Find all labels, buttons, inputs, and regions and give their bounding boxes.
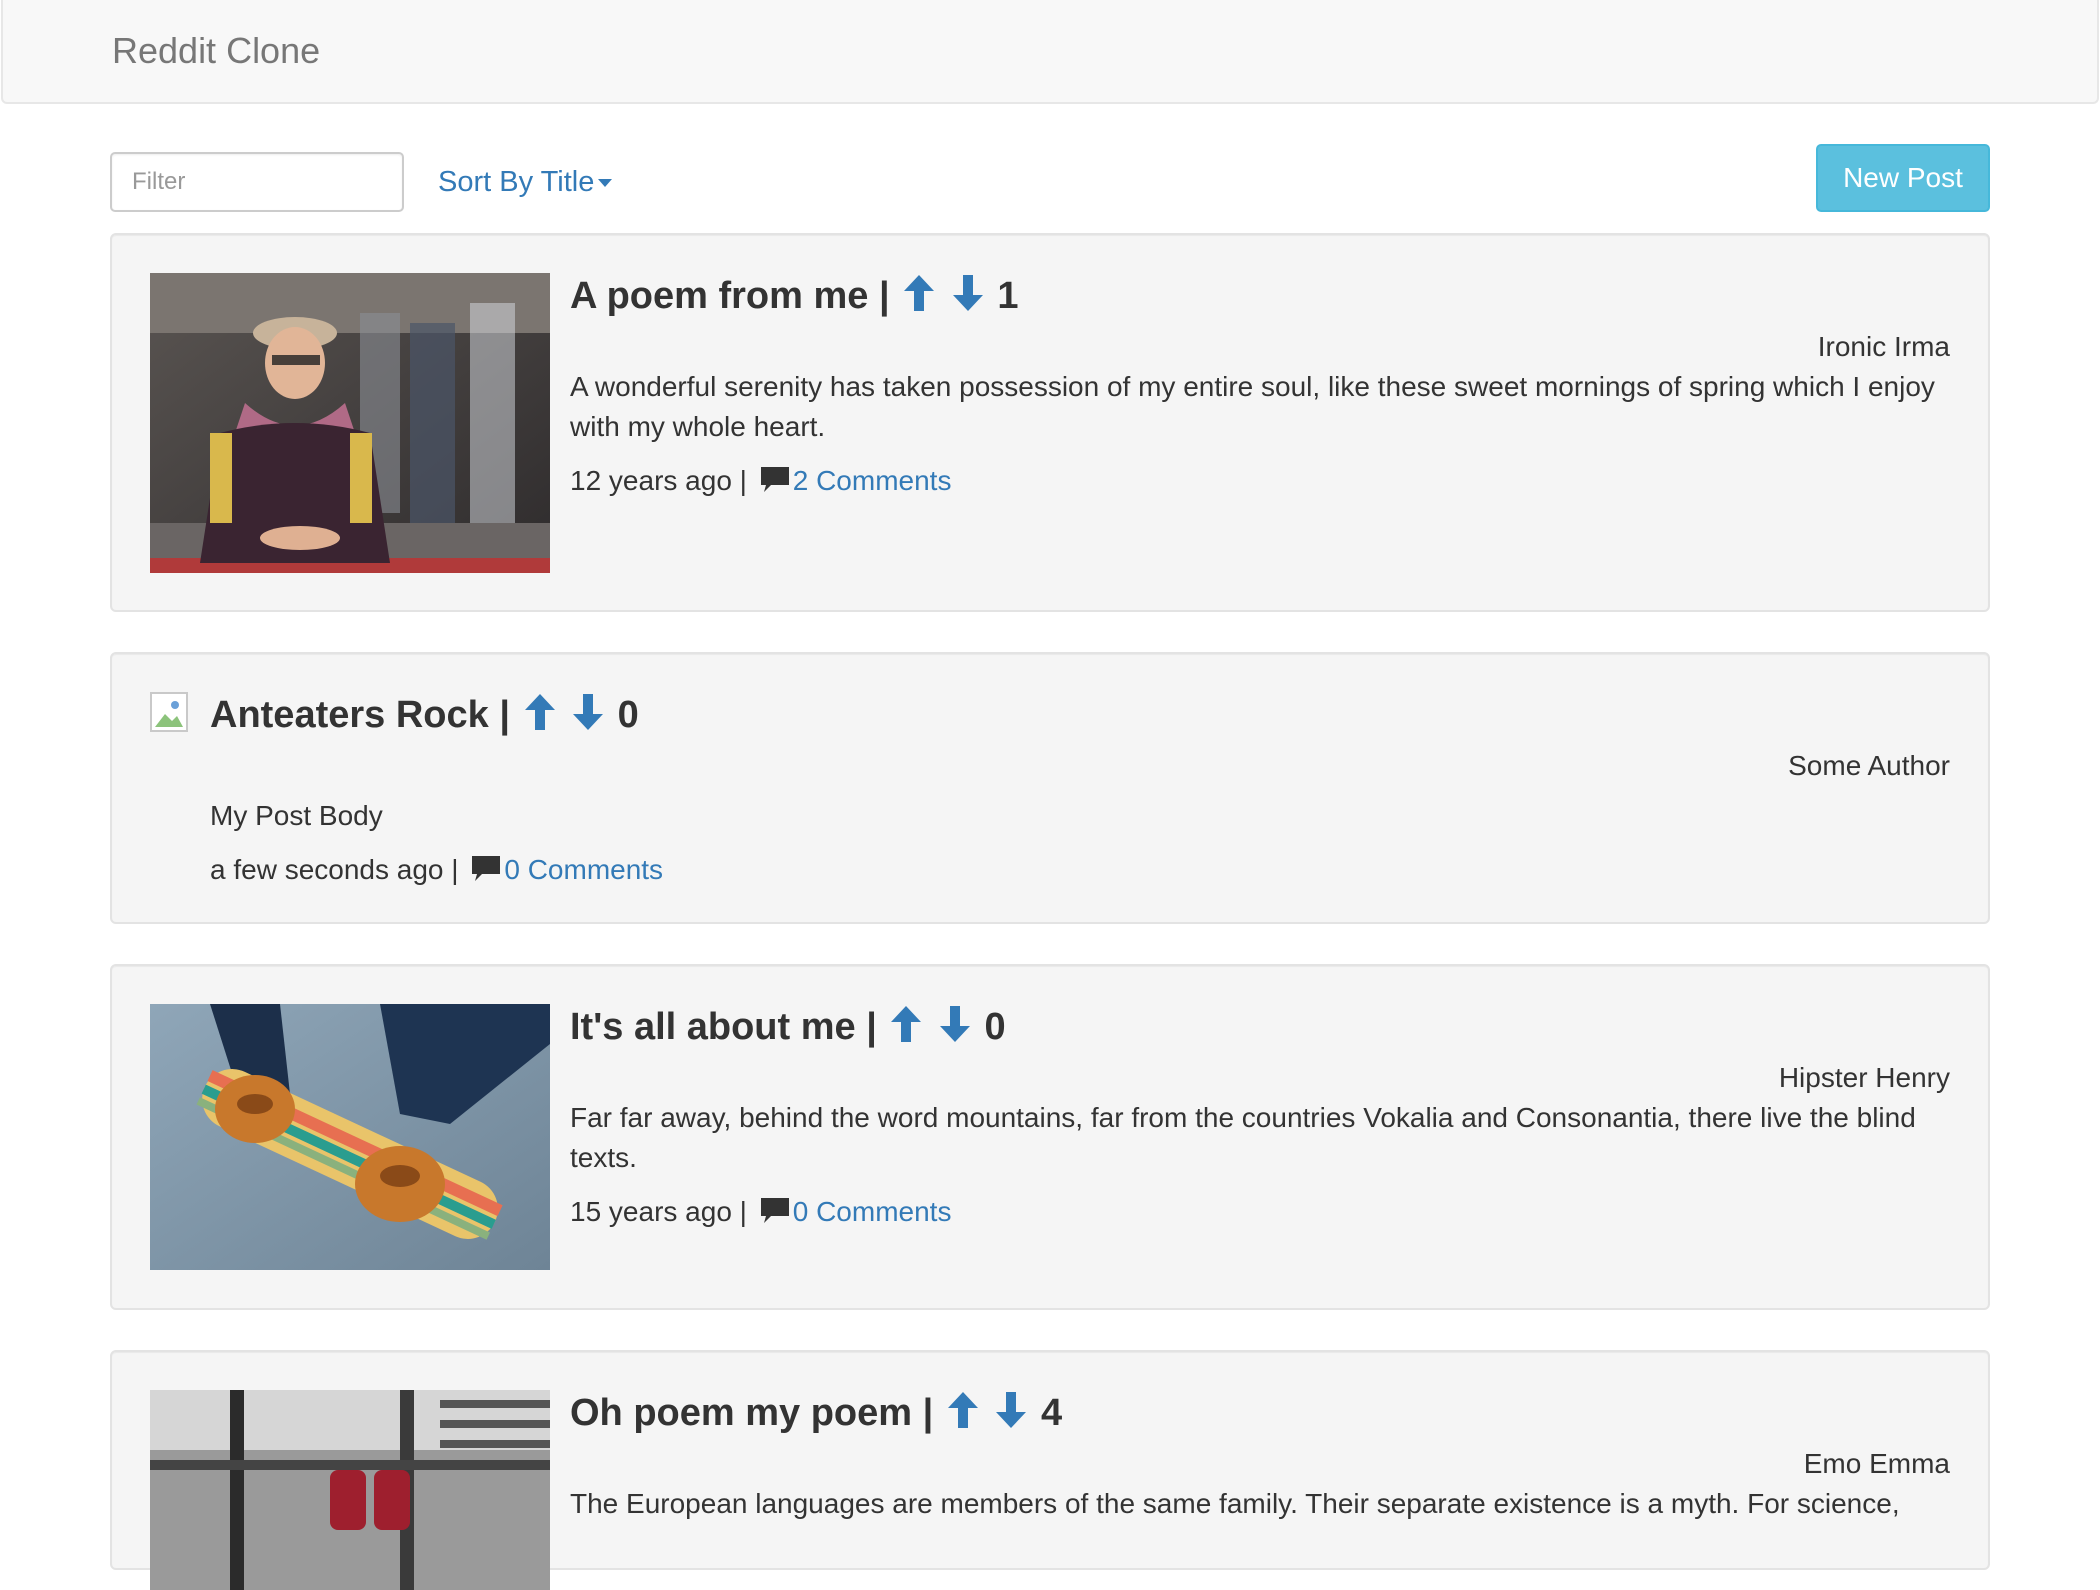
vote-count: 0 bbox=[984, 1006, 1006, 1048]
post-title-row: A poem from me | 1 bbox=[570, 273, 1950, 322]
post-author: Ironic Irma bbox=[1817, 331, 1950, 362]
post-title[interactable]: It's all about me bbox=[570, 1006, 856, 1048]
arrow-down-icon[interactable] bbox=[573, 694, 604, 741]
post-title[interactable]: A poem from me bbox=[570, 275, 868, 317]
post-thumbnail[interactable] bbox=[150, 273, 550, 573]
post-thumbnail[interactable] bbox=[150, 1390, 550, 1590]
arrow-down-icon[interactable] bbox=[952, 275, 983, 322]
vote-count: 4 bbox=[1040, 1392, 1063, 1434]
arrow-up-icon[interactable] bbox=[947, 1392, 978, 1439]
sort-label: Sort By Title bbox=[438, 166, 595, 198]
post-card: A poem from me | 1 Ironic Irma A wonderf… bbox=[110, 233, 1990, 612]
post-body: A wonderful serenity has taken possessio… bbox=[570, 371, 1935, 442]
title-separator: | bbox=[866, 1006, 877, 1048]
skateboard-photo-image bbox=[150, 1004, 550, 1270]
vote-count: 0 bbox=[617, 694, 639, 736]
brand-link[interactable]: Reddit Clone bbox=[112, 30, 320, 72]
title-separator: | bbox=[922, 1392, 934, 1434]
post-title-row: Oh poem my poem | 4 bbox=[570, 1390, 1950, 1439]
meta-separator: | bbox=[451, 854, 459, 885]
post-author: Emo Emma bbox=[1803, 1448, 1950, 1479]
navbar: Reddit Clone bbox=[1, 0, 2099, 104]
post-title-row: Anteaters Rock | 0 bbox=[210, 692, 1950, 741]
post-body: My Post Body bbox=[210, 800, 383, 831]
vote-count: 1 bbox=[997, 275, 1019, 317]
post-card: Oh poem my poem | 4 Emo Emma The Europea… bbox=[110, 1350, 1990, 1590]
title-separator: | bbox=[499, 694, 510, 736]
post-card: It's all about me | 0 Hipster Henry Far … bbox=[110, 964, 1990, 1310]
post-time: 15 years ago bbox=[570, 1196, 732, 1227]
arrow-up-icon[interactable] bbox=[524, 694, 555, 741]
arrow-up-icon[interactable] bbox=[891, 1006, 922, 1053]
post-title[interactable]: Anteaters Rock bbox=[210, 694, 489, 736]
post-content: Oh poem my poem | 4 Emo Emma The Europea… bbox=[570, 1390, 1950, 1524]
comment-icon bbox=[760, 1198, 789, 1232]
arrow-down-icon[interactable] bbox=[996, 1392, 1027, 1439]
comments-link[interactable]: 2 Comments bbox=[793, 465, 952, 496]
post-body: The European languages are members of th… bbox=[570, 1488, 1900, 1519]
post-meta: 15 years ago | 0 Comments bbox=[570, 1195, 1950, 1232]
arrow-up-icon[interactable] bbox=[904, 275, 935, 322]
filter-input[interactable] bbox=[110, 152, 404, 212]
meta-separator: | bbox=[739, 1196, 747, 1227]
post-time: 12 years ago bbox=[570, 465, 732, 496]
post-content: Anteaters Rock | 0 Some Author My Post B… bbox=[210, 692, 1950, 890]
post-content: A poem from me | 1 Ironic Irma A wonderf… bbox=[570, 273, 1950, 501]
title-separator: | bbox=[878, 275, 890, 317]
post-thumbnail[interactable] bbox=[150, 1004, 550, 1270]
post-author: Hipster Henry bbox=[1778, 1062, 1950, 1093]
toolbar: Sort By Title New Post bbox=[110, 144, 1990, 212]
comment-icon bbox=[472, 856, 501, 890]
comments-link[interactable]: 0 Comments bbox=[793, 1196, 952, 1227]
bench-photo-image bbox=[150, 1390, 550, 1590]
comments-link[interactable]: 0 Comments bbox=[504, 854, 663, 885]
post-title-row: It's all about me | 0 bbox=[570, 1004, 1950, 1053]
post-title[interactable]: Oh poem my poem bbox=[570, 1392, 912, 1434]
post-body: Far far away, behind the word mountains,… bbox=[570, 1102, 1916, 1173]
sort-dropdown[interactable]: Sort By Title bbox=[438, 166, 613, 199]
post-meta: a few seconds ago | 0 Comments bbox=[210, 853, 1950, 890]
comment-icon bbox=[760, 467, 789, 501]
post-time: a few seconds ago bbox=[210, 854, 444, 885]
post-meta: 12 years ago | 2 Comments bbox=[570, 464, 1950, 501]
arrow-down-icon[interactable] bbox=[939, 1006, 970, 1053]
meta-separator: | bbox=[739, 465, 747, 496]
broken-image-icon[interactable] bbox=[150, 692, 188, 732]
new-post-button[interactable]: New Post bbox=[1816, 144, 1990, 212]
man-photo-image bbox=[150, 273, 550, 573]
post-author: Some Author bbox=[1788, 750, 1950, 781]
caret-down-icon bbox=[598, 179, 613, 188]
post-card: Anteaters Rock | 0 Some Author My Post B… bbox=[110, 652, 1990, 924]
post-content: It's all about me | 0 Hipster Henry Far … bbox=[570, 1004, 1950, 1232]
